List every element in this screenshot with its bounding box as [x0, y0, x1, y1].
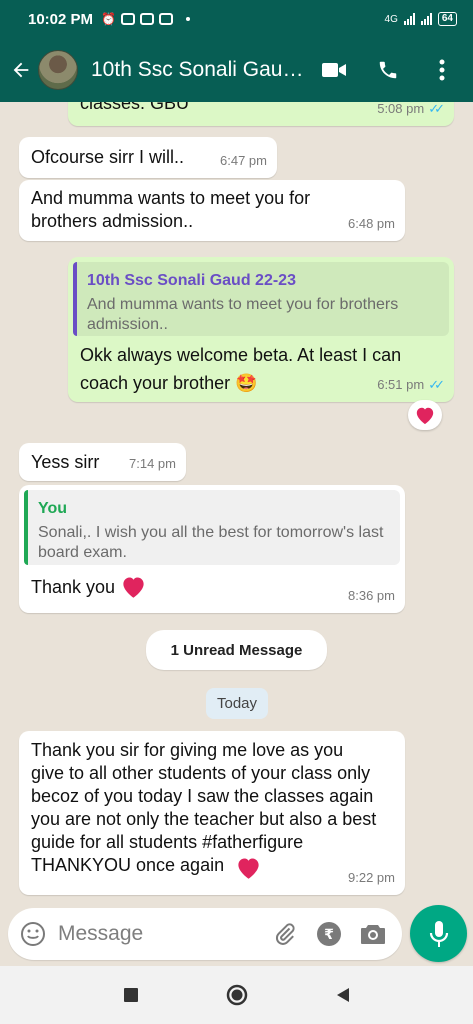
message-meta: 6:51 pm ✓✓ — [377, 373, 445, 396]
system-nav-bar — [0, 966, 473, 1024]
message-text-line: Okk always welcome beta. At least I can — [80, 345, 402, 365]
message-incoming[interactable]: Yess sirr 7:14 pm — [19, 443, 186, 481]
unread-banner: 1 Unread Message — [146, 630, 327, 670]
rupee-icon[interactable]: ₹ — [312, 917, 346, 951]
mic-button[interactable] — [410, 905, 467, 962]
quote-author: 10th Ssc Sonali Gaud 22-23 — [87, 272, 296, 289]
message-time: 6:48 pm — [348, 216, 395, 231]
message-outgoing[interactable]: classes. GBU 5:08 pm ✓✓ — [68, 102, 454, 126]
message-meta: 5:08 pm ✓✓ — [377, 102, 445, 120]
camera-icon[interactable] — [356, 917, 390, 951]
avatar[interactable] — [38, 50, 78, 90]
network-label: 4G — [384, 13, 398, 25]
reaction-heart[interactable] — [408, 400, 442, 430]
message-incoming[interactable]: You Sonali,. I wish you all the best for… — [19, 485, 405, 613]
youtube-icon — [121, 13, 135, 25]
chat-area[interactable]: classes. GBU 5:08 pm ✓✓ Ofcourse sirr I … — [0, 102, 473, 908]
chat-header: 10th Ssc Sonali Gaud 22-23 — [0, 38, 473, 102]
message-text-row: Thank you — [31, 574, 147, 599]
app-icon — [140, 13, 154, 25]
status-bar: 10:02 PM ⏰ 4G 64 — [0, 0, 473, 38]
quote-text: Sonali,. I wish you all the best for tom… — [38, 524, 384, 561]
back-icon[interactable] — [328, 980, 358, 1010]
signal-icon — [403, 13, 415, 25]
attach-icon[interactable] — [268, 917, 302, 951]
message-text-line: brothers admission.. — [31, 211, 194, 231]
chat-title[interactable]: 10th Ssc Sonali Gaud 22-23 — [91, 58, 306, 82]
signal-icon-2 — [420, 13, 432, 25]
message-time: 9:22 pm — [348, 870, 395, 885]
message-text: And mumma wants to meet you for brothers… — [31, 187, 310, 233]
read-ticks-icon: ✓✓ — [428, 377, 445, 392]
message-incoming[interactable]: And mumma wants to meet you for brothers… — [19, 180, 405, 241]
mic-icon — [429, 920, 448, 947]
message-outgoing[interactable]: 10th Ssc Sonali Gaud 22-23 And mumma wan… — [68, 257, 454, 402]
back-arrow-icon[interactable] — [4, 50, 38, 90]
alarm-icon: ⏰ — [101, 12, 116, 26]
read-ticks-icon: ✓✓ — [428, 102, 445, 116]
battery-icon: 64 — [437, 12, 457, 26]
home-icon[interactable] — [222, 980, 252, 1010]
status-time: 10:02 PM — [28, 10, 94, 28]
status-right: 4G 64 — [385, 12, 457, 26]
message-text: Ofcourse sirr I will.. — [31, 147, 185, 167]
date-divider: Today — [206, 688, 268, 719]
message-time: 6:47 pm — [220, 153, 267, 168]
video-call-icon[interactable] — [317, 53, 351, 87]
message-composer: ₹ — [8, 908, 402, 960]
message-text: classes. GBU — [80, 102, 190, 113]
notification-icons: ⏰ — [101, 12, 190, 26]
message-incoming[interactable]: Thank you sir for giving me love as you … — [19, 731, 405, 895]
heart-emoji — [238, 858, 259, 879]
message-text: Yess sirr — [31, 452, 100, 472]
message-text: Thank you — [31, 577, 116, 597]
quoted-message[interactable]: You Sonali,. I wish you all the best for… — [24, 490, 400, 565]
message-input[interactable] — [58, 922, 258, 946]
youtube-icon — [159, 13, 173, 25]
message-meta: 6:48 pm — [348, 212, 395, 235]
message-meta: 7:14 pm — [129, 452, 176, 475]
message-time: 5:08 pm — [377, 102, 425, 116]
recent-apps-icon[interactable] — [116, 980, 146, 1010]
phone-icon[interactable] — [371, 53, 405, 87]
quote-text: And mumma wants to meet you for brothers… — [87, 296, 399, 333]
message-meta: 8:36 pm — [348, 584, 395, 607]
heart-icon — [416, 407, 434, 425]
message-meta: 9:22 pm — [348, 866, 395, 889]
message-incoming[interactable]: Ofcourse sirr I will.. 6:47 pm — [19, 137, 277, 178]
message-time: 8:36 pm — [348, 588, 395, 603]
more-options-icon[interactable] — [425, 53, 459, 87]
svg-text:₹: ₹ — [324, 927, 334, 943]
more-notifications-icon — [186, 17, 190, 21]
message-time: 6:51 pm — [377, 377, 425, 392]
message-text-line: And mumma wants to meet you for — [31, 188, 311, 208]
message-text: Okk always welcome beta. At least I can … — [80, 341, 401, 397]
message-text-line: coach your brother — [80, 373, 231, 393]
heart-emoji — [123, 577, 144, 598]
message-text: Thank you sir for giving me love as you … — [31, 740, 377, 875]
message-time: 7:14 pm — [129, 456, 176, 471]
message-meta: 6:47 pm — [220, 149, 267, 172]
emoji-icon[interactable] — [20, 921, 46, 947]
quote-author: You — [38, 500, 68, 517]
quoted-message[interactable]: 10th Ssc Sonali Gaud 22-23 And mumma wan… — [73, 262, 449, 336]
star-struck-emoji: 🤩 — [235, 373, 258, 393]
